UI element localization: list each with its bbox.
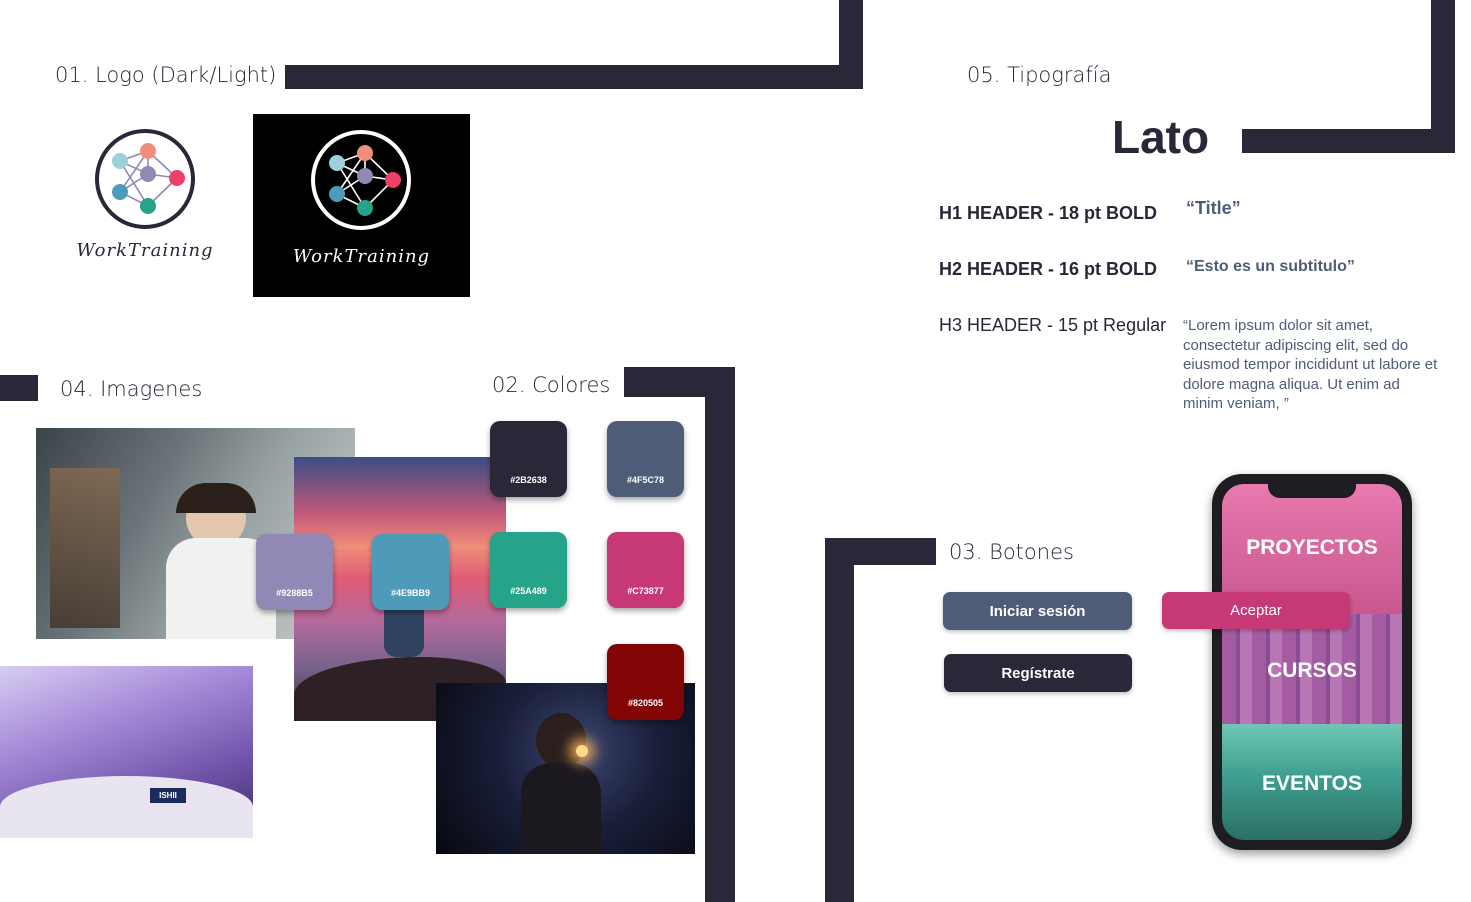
section-title-logo: 01. Logo (Dark/Light) [55, 63, 277, 87]
name-badge: ISHII [150, 788, 186, 803]
typo-h3-label: H3 HEADER - 15 pt Regular [939, 315, 1167, 335]
tile-eventos[interactable]: EVENTOS [1222, 724, 1402, 840]
typo-h2-label: H2 HEADER - 16 pt BOLD [939, 259, 1158, 279]
photo-conference: ISHII [0, 666, 253, 838]
divider-bar-typo-vertical [1431, 0, 1455, 153]
color-swatch-25a489: #25A489 [490, 532, 567, 608]
typo-h1-label: H1 HEADER - 18 pt BOLD [939, 203, 1158, 223]
logo-light: WorkTraining [70, 126, 230, 276]
register-button[interactable]: Regístrate [944, 654, 1132, 692]
divider-bar-logo-vertical [839, 0, 863, 89]
divider-bar-buttons-vertical [825, 538, 854, 902]
logo-wordmark-dark: WorkTraining [292, 246, 431, 267]
login-button[interactable]: Iniciar sesión [943, 592, 1132, 630]
divider-bar-colors-vertical [705, 367, 735, 902]
tile-cursos[interactable]: CURSOS [1222, 614, 1402, 724]
divider-bar-images-left [0, 375, 38, 401]
color-swatch-9288b5: #9288B5 [256, 534, 333, 610]
color-swatch-820505: #820505 [607, 644, 684, 720]
accept-button[interactable]: Aceptar [1162, 592, 1350, 629]
typo-h1-sample: “Title” [1186, 198, 1241, 218]
section-title-buttons: 03. Botones [949, 540, 1074, 564]
divider-bar-typo-horizontal [1242, 129, 1455, 153]
logo-wordmark-light: WorkTraining [76, 240, 214, 261]
section-title-images: 04. Imagenes [60, 377, 203, 401]
divider-bar-logo-horizontal [285, 65, 863, 89]
typo-h3-sample: “Lorem ipsum dolor sit amet, consectetur… [1183, 317, 1438, 412]
phone-mockup: PROYECTOS CURSOS EVENTOS [1212, 474, 1412, 850]
section-title-colors: 02. Colores [492, 373, 611, 397]
color-swatch-4f5c78: #4F5C78 [607, 421, 684, 497]
typo-h2-sample: “Esto es un subtitulo” [1186, 258, 1355, 275]
section-title-typography: 05. Tipografía [967, 63, 1112, 87]
color-swatch-2b2638: #2B2638 [490, 421, 567, 497]
color-swatch-c73877: #C73877 [607, 532, 684, 608]
logo-dark: WorkTraining [253, 114, 470, 297]
phone-notch [1268, 484, 1356, 498]
color-swatch-4e9bb9: #4E9BB9 [372, 534, 449, 610]
network-logo-icon [95, 129, 195, 229]
network-logo-icon-dark [311, 130, 411, 230]
font-name: Lato [1112, 111, 1210, 163]
phone-screen: PROYECTOS CURSOS EVENTOS [1222, 484, 1402, 840]
